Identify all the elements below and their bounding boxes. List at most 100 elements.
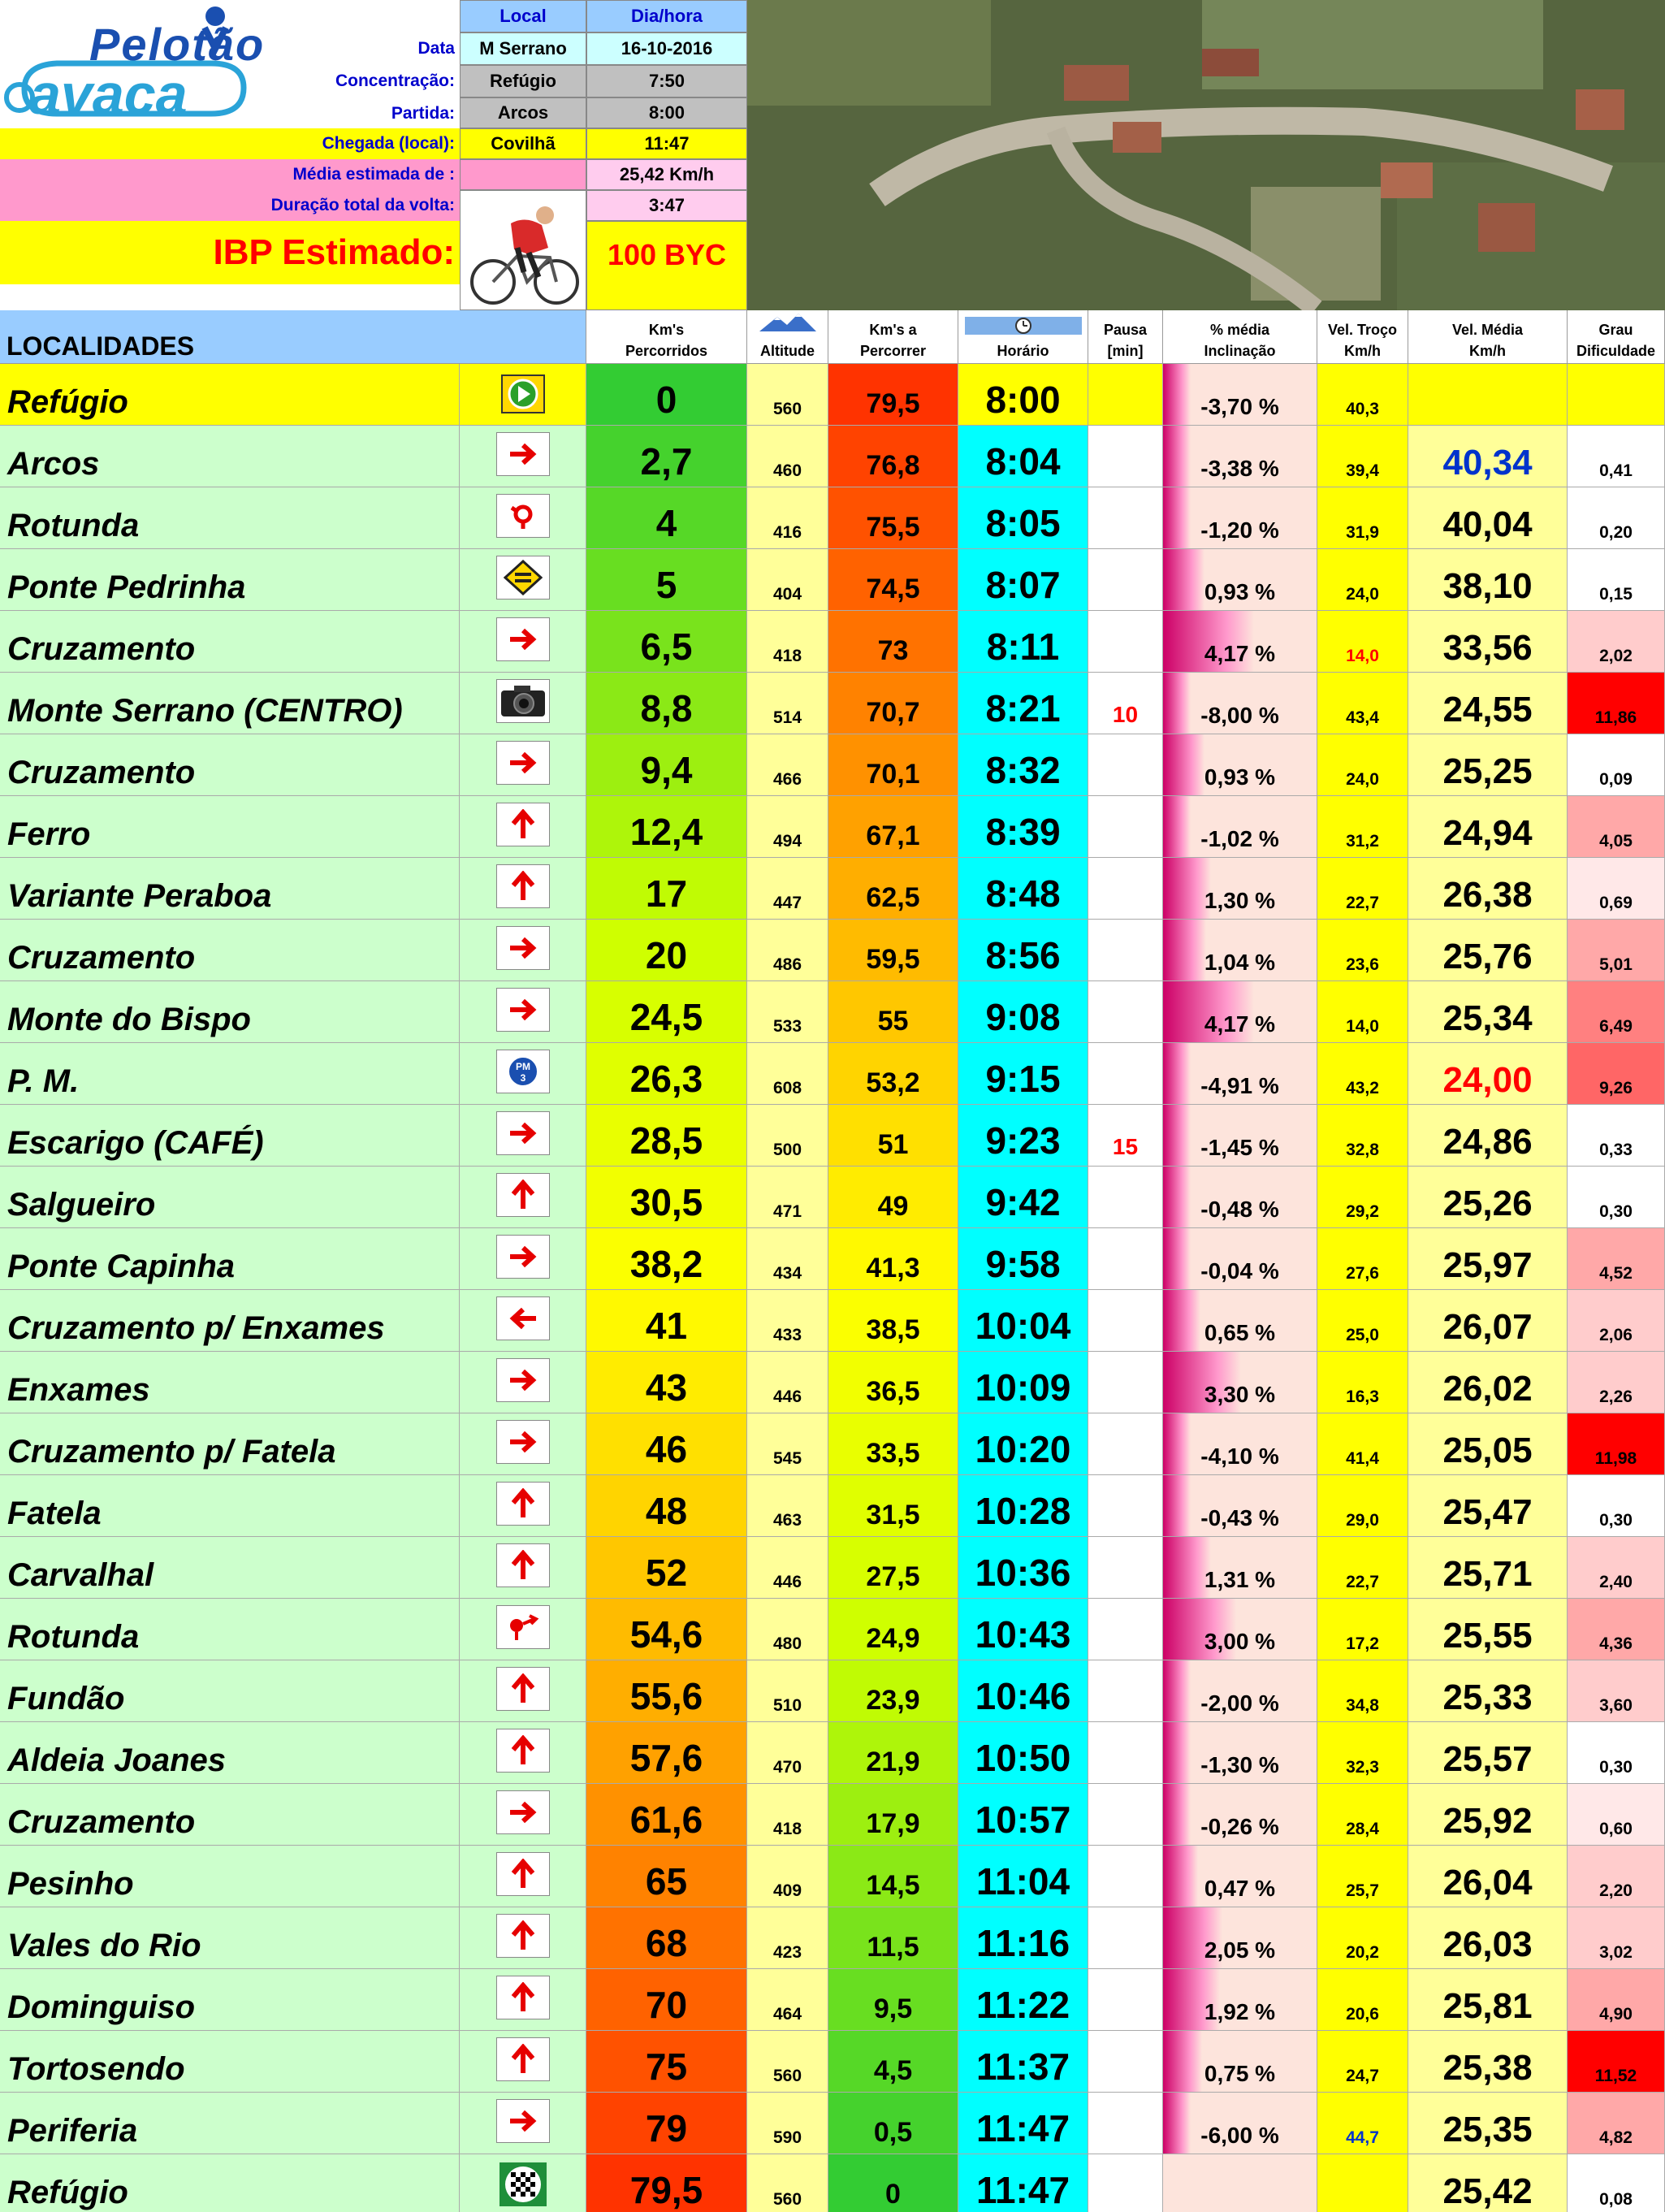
altitude-cell[interactable]: 404 — [747, 549, 828, 611]
altitude-cell[interactable]: 486 — [747, 920, 828, 981]
chegada-local[interactable]: Covilhã — [460, 128, 586, 159]
altitude-cell[interactable]: 460 — [747, 426, 828, 487]
pausa-cell[interactable] — [1088, 2031, 1163, 2093]
altitude-cell[interactable]: 418 — [747, 611, 828, 673]
pausa-cell[interactable] — [1088, 1352, 1163, 1413]
grau-dificuldade-cell[interactable]: 11,98 — [1568, 1413, 1665, 1475]
location-name-cell[interactable]: Refúgio — [0, 364, 460, 426]
vel-media-cell[interactable]: 24,55 — [1408, 673, 1568, 734]
direction-icon-cell[interactable] — [460, 1352, 586, 1413]
vel-troco-cell[interactable]: 20,6 — [1317, 1969, 1408, 2031]
grau-dificuldade-cell[interactable]: 0,30 — [1568, 1722, 1665, 1784]
inclinacao-cell[interactable]: 0,75 % — [1163, 2031, 1317, 2093]
inclinacao-cell[interactable]: 2,05 % — [1163, 1907, 1317, 1969]
vel-media-cell[interactable]: 38,10 — [1408, 549, 1568, 611]
vel-troco-cell[interactable]: 24,0 — [1317, 549, 1408, 611]
grau-dificuldade-cell[interactable]: 0,15 — [1568, 549, 1665, 611]
vel-media-cell[interactable]: 25,25 — [1408, 734, 1568, 796]
vel-troco-cell[interactable]: 29,2 — [1317, 1167, 1408, 1228]
direction-icon-cell[interactable] — [460, 981, 586, 1043]
inclinacao-cell[interactable]: 0,93 % — [1163, 549, 1317, 611]
pausa-cell[interactable] — [1088, 1413, 1163, 1475]
grau-dificuldade-cell[interactable]: 4,82 — [1568, 2093, 1665, 2154]
pausa-cell[interactable] — [1088, 426, 1163, 487]
vel-media-cell[interactable]: 25,38 — [1408, 2031, 1568, 2093]
vel-troco-cell[interactable]: 34,8 — [1317, 1660, 1408, 1722]
direction-icon-cell[interactable] — [460, 920, 586, 981]
pausa-cell[interactable] — [1088, 1969, 1163, 2031]
inclinacao-cell[interactable]: -8,00 % — [1163, 673, 1317, 734]
km-percorridos-cell[interactable]: 46 — [586, 1413, 747, 1475]
vel-media-cell[interactable]: 24,94 — [1408, 796, 1568, 858]
direction-icon-cell[interactable] — [460, 1907, 586, 1969]
horario-cell[interactable]: 10:50 — [958, 1722, 1088, 1784]
grau-dificuldade-cell[interactable]: 3,02 — [1568, 1907, 1665, 1969]
altitude-cell[interactable]: 514 — [747, 673, 828, 734]
vel-troco-cell[interactable]: 44,7 — [1317, 2093, 1408, 2154]
vel-media-cell[interactable]: 25,92 — [1408, 1784, 1568, 1846]
location-name-cell[interactable]: Salgueiro — [0, 1167, 460, 1228]
km-percorrer-cell[interactable]: 14,5 — [828, 1846, 958, 1907]
location-name-cell[interactable]: Ponte Capinha — [0, 1228, 460, 1290]
altitude-cell[interactable]: 471 — [747, 1167, 828, 1228]
vel-media-cell[interactable]: 40,34 — [1408, 426, 1568, 487]
direction-icon-cell[interactable] — [460, 1846, 586, 1907]
km-percorrer-cell[interactable]: 31,5 — [828, 1475, 958, 1537]
inclinacao-cell[interactable]: 3,00 % — [1163, 1599, 1317, 1660]
altitude-cell[interactable]: 423 — [747, 1907, 828, 1969]
km-percorrer-cell[interactable]: 62,5 — [828, 858, 958, 920]
horario-cell[interactable]: 8:07 — [958, 549, 1088, 611]
pausa-cell[interactable] — [1088, 611, 1163, 673]
km-percorrer-cell[interactable]: 24,9 — [828, 1599, 958, 1660]
vel-troco-cell[interactable]: 40,3 — [1317, 364, 1408, 426]
km-percorrer-cell[interactable]: 75,5 — [828, 487, 958, 549]
km-percorridos-cell[interactable]: 12,4 — [586, 796, 747, 858]
grau-dificuldade-cell[interactable]: 11,86 — [1568, 673, 1665, 734]
km-percorridos-cell[interactable]: 5 — [586, 549, 747, 611]
pausa-cell[interactable] — [1088, 981, 1163, 1043]
location-name-cell[interactable]: Enxames — [0, 1352, 460, 1413]
altitude-cell[interactable]: 608 — [747, 1043, 828, 1105]
horario-cell[interactable]: 8:05 — [958, 487, 1088, 549]
vel-troco-cell[interactable]: 27,6 — [1317, 1228, 1408, 1290]
inclinacao-cell[interactable]: 1,31 % — [1163, 1537, 1317, 1599]
direction-icon-cell[interactable] — [460, 1660, 586, 1722]
km-percorrer-cell[interactable]: 74,5 — [828, 549, 958, 611]
vel-troco-cell[interactable]: 22,7 — [1317, 1537, 1408, 1599]
horario-cell[interactable]: 11:37 — [958, 2031, 1088, 2093]
pausa-cell[interactable] — [1088, 1599, 1163, 1660]
location-name-cell[interactable]: Tortosendo — [0, 2031, 460, 2093]
horario-cell[interactable]: 8:39 — [958, 796, 1088, 858]
pausa-cell[interactable] — [1088, 734, 1163, 796]
pausa-cell[interactable] — [1088, 858, 1163, 920]
grau-dificuldade-cell[interactable]: 2,40 — [1568, 1537, 1665, 1599]
km-percorrer-cell[interactable]: 33,5 — [828, 1413, 958, 1475]
direction-icon-cell[interactable] — [460, 1784, 586, 1846]
km-percorridos-cell[interactable]: 28,5 — [586, 1105, 747, 1167]
direction-icon-cell[interactable] — [460, 1413, 586, 1475]
pausa-cell[interactable] — [1088, 1228, 1163, 1290]
horario-cell[interactable]: 8:32 — [958, 734, 1088, 796]
horario-cell[interactable]: 11:22 — [958, 1969, 1088, 2031]
altitude-cell[interactable]: 416 — [747, 487, 828, 549]
direction-icon-cell[interactable] — [460, 1228, 586, 1290]
km-percorrer-cell[interactable]: 70,7 — [828, 673, 958, 734]
inclinacao-cell[interactable]: -6,00 % — [1163, 2093, 1317, 2154]
location-name-cell[interactable]: Periferia — [0, 2093, 460, 2154]
vel-troco-cell[interactable]: 20,2 — [1317, 1907, 1408, 1969]
location-name-cell[interactable]: Ponte Pedrinha — [0, 549, 460, 611]
grau-dificuldade-cell[interactable]: 0,09 — [1568, 734, 1665, 796]
km-percorridos-cell[interactable]: 79,5 — [586, 2154, 747, 2212]
horario-cell[interactable]: 10:43 — [958, 1599, 1088, 1660]
km-percorridos-cell[interactable]: 0 — [586, 364, 747, 426]
location-name-cell[interactable]: Carvalhal — [0, 1537, 460, 1599]
vel-media-cell[interactable]: 25,05 — [1408, 1413, 1568, 1475]
horario-cell[interactable]: 9:08 — [958, 981, 1088, 1043]
direction-icon-cell[interactable] — [460, 1290, 586, 1352]
km-percorrer-cell[interactable]: 79,5 — [828, 364, 958, 426]
location-name-cell[interactable]: Fatela — [0, 1475, 460, 1537]
grau-dificuldade-cell[interactable]: 4,05 — [1568, 796, 1665, 858]
km-percorrer-cell[interactable]: 36,5 — [828, 1352, 958, 1413]
vel-troco-cell[interactable]: 16,3 — [1317, 1352, 1408, 1413]
vel-troco-cell[interactable]: 25,0 — [1317, 1290, 1408, 1352]
